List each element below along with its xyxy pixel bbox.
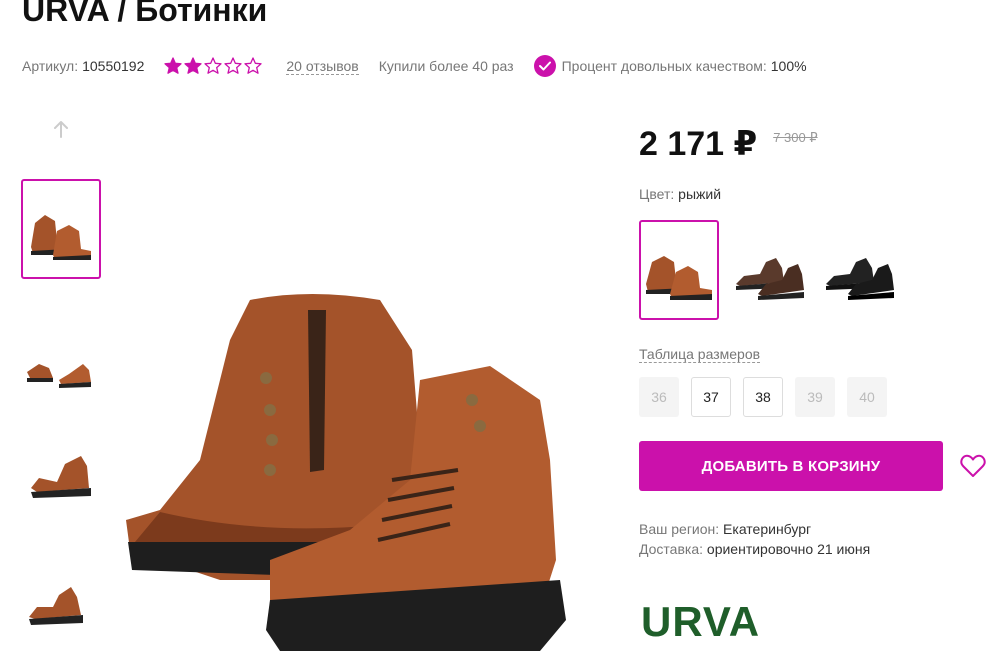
main-product-image[interactable]	[120, 280, 580, 651]
size-option-40[interactable]: 40	[847, 377, 887, 417]
color-swatch-brown[interactable]	[639, 220, 719, 320]
price-block: 2 171 ₽ 7 300 ₽	[639, 124, 818, 164]
size-option-38[interactable]: 38	[743, 377, 783, 417]
region-label: Ваш регион:	[639, 521, 720, 537]
sku-label: Артикул:	[22, 58, 79, 74]
arrow-up-icon[interactable]	[50, 118, 72, 140]
old-price: 7 300 ₽	[773, 130, 818, 145]
gallery-thumb-2[interactable]	[21, 314, 101, 414]
gallery-thumb-1[interactable]	[21, 179, 101, 279]
brand-logo[interactable]: URVA	[641, 598, 760, 646]
gallery-thumb-3[interactable]	[21, 424, 101, 524]
page-title: URVA / Ботинки	[22, 0, 268, 28]
check-icon	[533, 55, 556, 77]
region-value[interactable]: Екатеринбург	[723, 521, 811, 537]
star-empty-icon	[224, 57, 243, 74]
size-option-36[interactable]: 36	[639, 377, 679, 417]
delivery-line: Доставка: ориентировочно 21 июня	[639, 541, 870, 557]
reviews-link[interactable]: 20 отзывов	[286, 58, 359, 75]
color-label-text: Цвет:	[639, 186, 675, 202]
color-swatch-black[interactable]	[819, 220, 899, 320]
quality-value: 100%	[770, 58, 807, 74]
star-filled-icon	[184, 57, 203, 74]
rating-stars[interactable]	[164, 57, 264, 75]
size-option-39[interactable]: 39	[795, 377, 835, 417]
bought-count: Купили более 40 раз	[378, 58, 514, 74]
delivery-value: ориентировочно 21 июня	[706, 541, 871, 557]
sku-value: 10550192	[82, 58, 145, 74]
product-meta-row: Артикул: 10550192 20 отзывов Купили боле…	[22, 55, 807, 77]
region-line: Ваш регион: Екатеринбург	[639, 521, 811, 537]
color-swatch-dark-brown[interactable]	[729, 220, 809, 320]
star-empty-icon	[204, 57, 223, 74]
size-option-37[interactable]: 37	[691, 377, 731, 417]
current-price: 2 171 ₽	[639, 125, 758, 163]
star-filled-icon	[164, 57, 183, 74]
delivery-label: Доставка:	[639, 541, 704, 557]
add-to-cart-button[interactable]: ДОБАВИТЬ В КОРЗИНУ	[639, 441, 943, 491]
color-value: рыжий	[678, 186, 722, 202]
star-empty-icon	[244, 57, 263, 74]
size-table-link[interactable]: Таблица размеров	[639, 346, 761, 363]
quality-label: Процент довольных качеством:	[561, 58, 767, 74]
quality-badge: Процент довольных качеством: 100%	[533, 55, 807, 77]
color-label: Цвет: рыжий	[639, 186, 721, 202]
heart-icon[interactable]	[960, 454, 986, 478]
gallery-thumb-4[interactable]	[21, 549, 101, 649]
boots-thumb-image	[31, 215, 91, 260]
